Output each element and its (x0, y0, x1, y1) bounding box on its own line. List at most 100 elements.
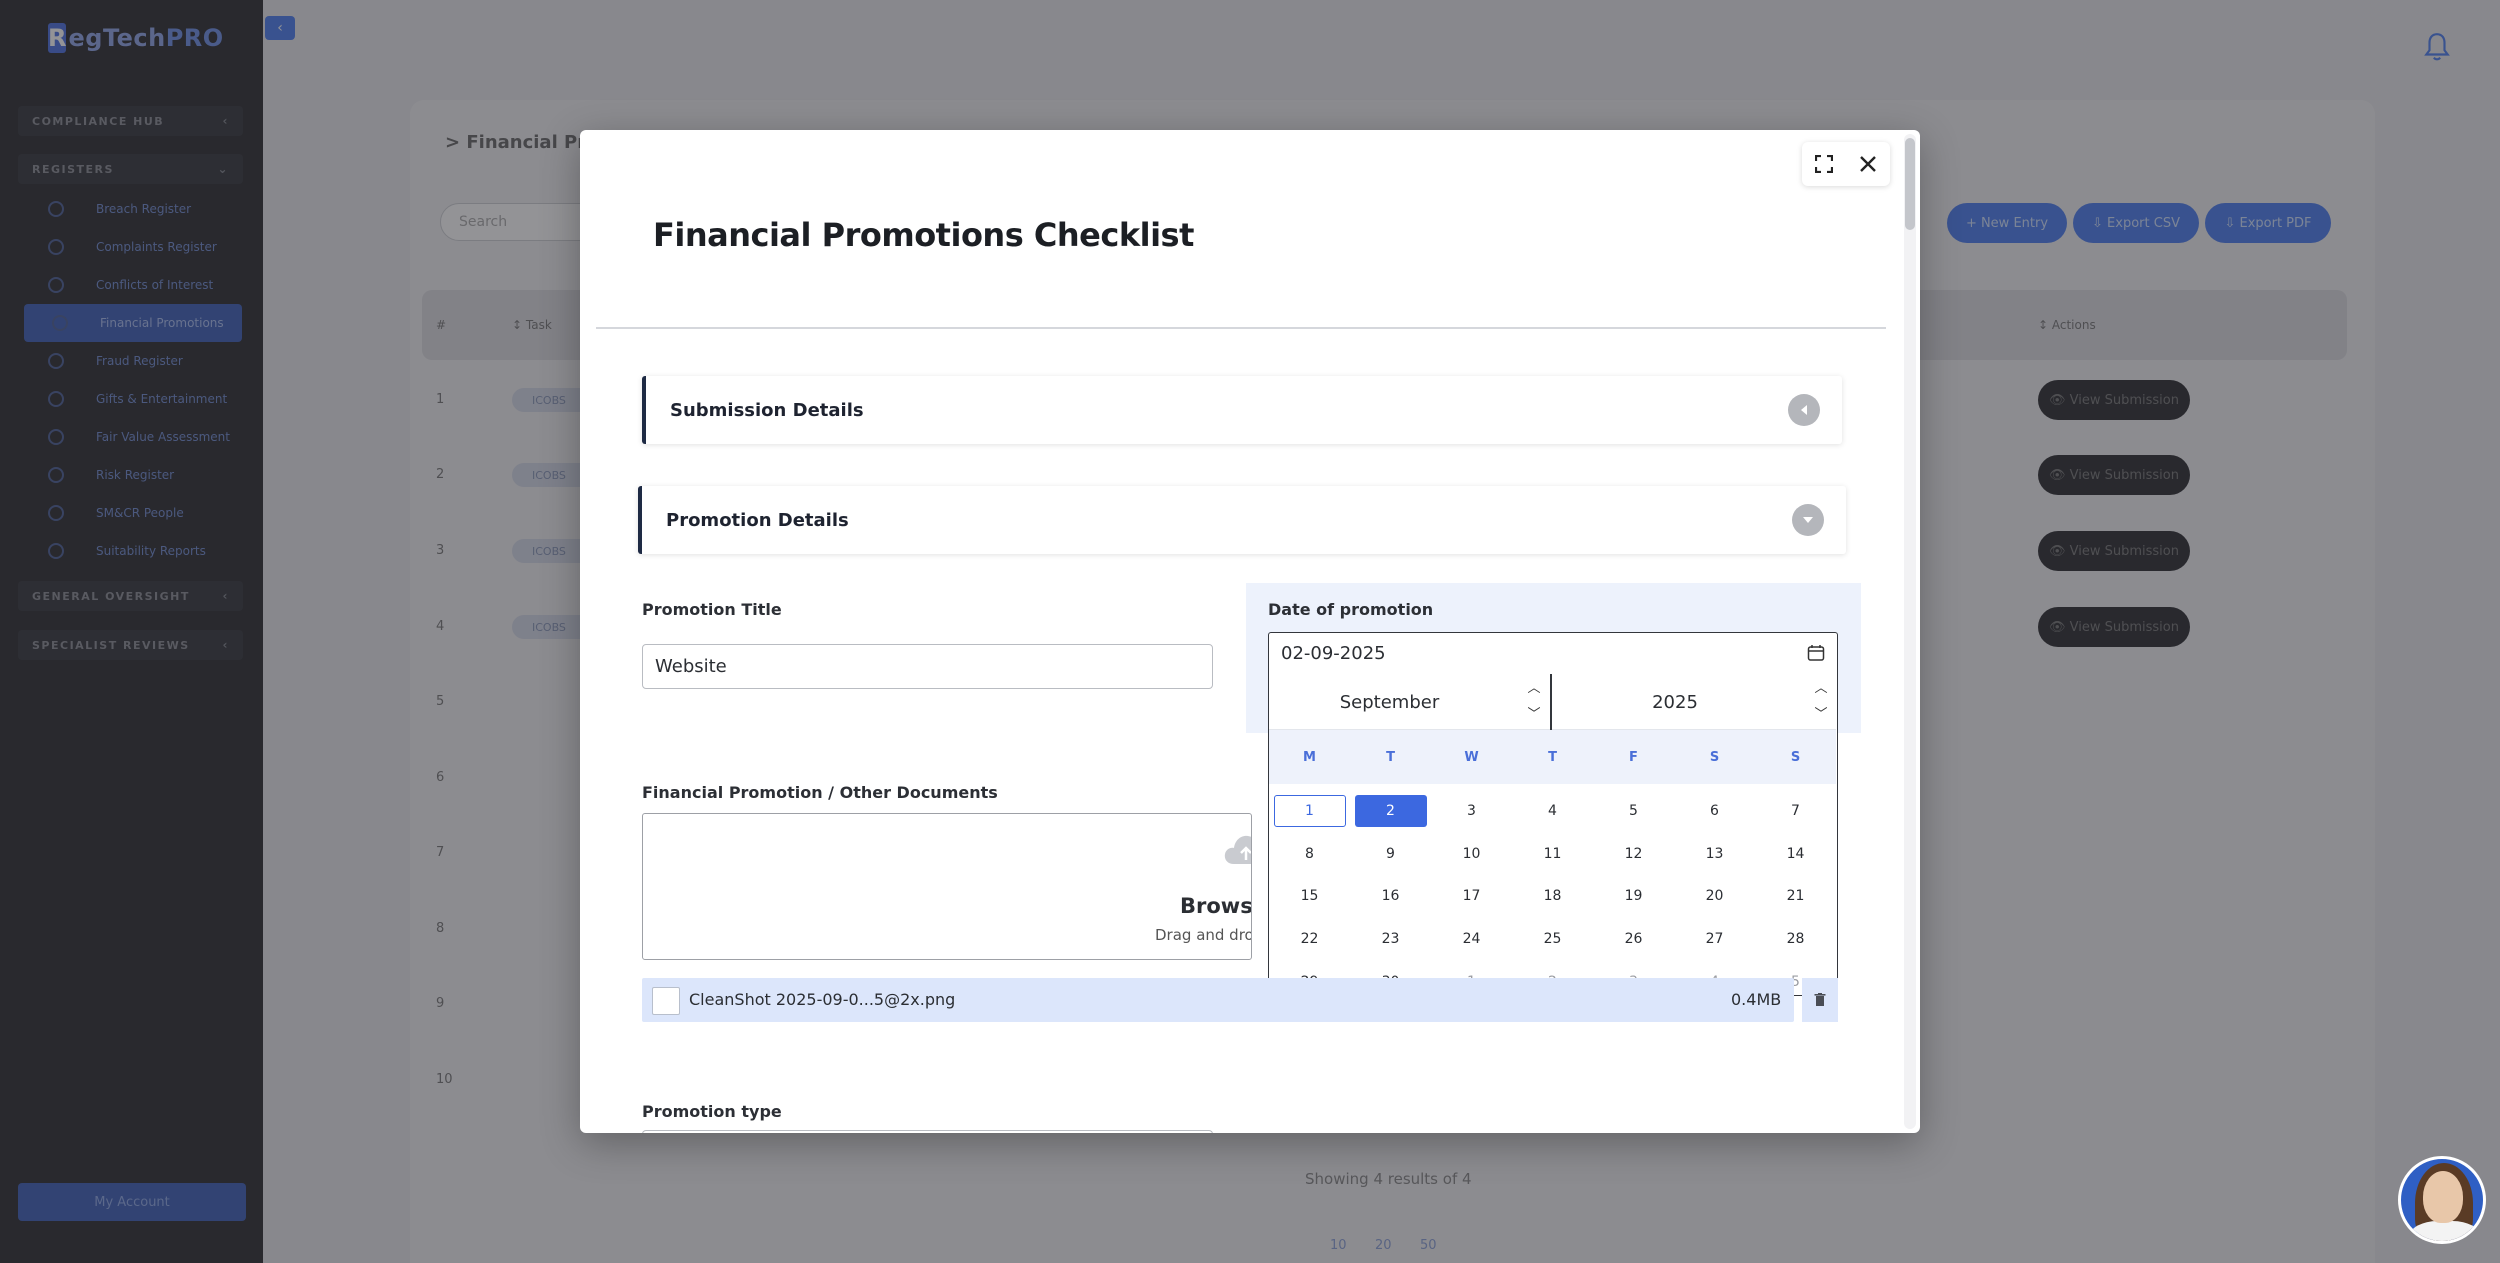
calendar-day-number: 6 (1710, 803, 1719, 820)
date-input[interactable]: 02-09-2025 (1268, 632, 1838, 674)
calendar-day[interactable]: 24 (1431, 918, 1512, 961)
date-of-promotion-label: Date of promotion (1268, 600, 1434, 619)
calendar-day[interactable]: 9 (1350, 833, 1431, 876)
calendar-day[interactable]: 17 (1431, 875, 1512, 918)
fullscreen-button[interactable] (1807, 147, 1841, 181)
calendar-day[interactable]: 11 (1512, 833, 1593, 876)
weekday-label: S (1709, 749, 1720, 765)
weekday-label: T (1386, 749, 1395, 765)
divider (596, 327, 1886, 329)
calendar-day-number: 14 (1786, 845, 1805, 862)
promotion-type-select[interactable] (642, 1130, 1213, 1133)
calendar-day[interactable]: 26 (1593, 918, 1674, 961)
delete-file-button[interactable] (1802, 978, 1838, 1022)
calendar-day[interactable]: 4 (1512, 790, 1593, 833)
drag-drop-hint: Drag and drop f (1155, 926, 1251, 944)
calendar-day[interactable]: 28 (1755, 918, 1836, 961)
calendar-day-number: 26 (1624, 931, 1643, 948)
calendar-day[interactable]: 1 (1269, 790, 1350, 833)
calendar-day-number: 23 (1381, 931, 1400, 948)
calendar-day[interactable]: 27 (1674, 918, 1755, 961)
weekday-label: S (1790, 749, 1801, 765)
weekday-label: F (1629, 749, 1638, 765)
calendar-day[interactable]: 20 (1674, 875, 1755, 918)
year-select[interactable]: 2025 (1554, 674, 1836, 730)
file-size: 0.4MB (1731, 990, 1782, 1009)
support-avatar[interactable] (2398, 1156, 2486, 1244)
calendar-day-number: 12 (1624, 845, 1643, 862)
calendar-day-number: 5 (1629, 803, 1638, 820)
modal-title: Financial Promotions Checklist (653, 216, 1194, 254)
calendar-day[interactable]: 5 (1593, 790, 1674, 833)
weekday-row: MTWTFSS (1269, 730, 1836, 784)
close-button[interactable] (1851, 147, 1885, 181)
section-submission-details[interactable]: Submission Details (642, 376, 1842, 444)
modal-scrollbar[interactable] (1904, 134, 1916, 1129)
caret-down-icon (1803, 517, 1813, 523)
calendar-day-number: 7 (1791, 803, 1800, 820)
calendar-day-number: 27 (1705, 931, 1724, 948)
calendar-day-number: 3 (1467, 803, 1476, 820)
uploaded-file-row: CleanShot 2025-09-0...5@2x.png 0.4MB (642, 978, 1794, 1022)
year-label: 2025 (1652, 691, 1698, 713)
section-promotion-details[interactable]: Promotion Details (638, 486, 1846, 554)
calendar-day-number: 20 (1705, 888, 1724, 905)
modal-toolbar (1802, 142, 1890, 186)
section-toggle[interactable] (1792, 504, 1824, 536)
day-grid: 1 2 3 4 5 6 7 8 9 10 11 12 13 14 15 16 17 18 19 20 21 22 23 24 2… (1269, 790, 1836, 1003)
date-value: 02-09-2025 (1281, 643, 1386, 664)
section-label: Promotion Details (666, 509, 849, 531)
calendar-day[interactable]: 7 (1755, 790, 1836, 833)
calendar-day[interactable]: 6 (1674, 790, 1755, 833)
weekday-label: W (1464, 749, 1479, 765)
chevron-down-icon[interactable]: ﹀ (1814, 704, 1827, 726)
calendar-day[interactable]: 12 (1593, 833, 1674, 876)
calendar-icon[interactable] (1807, 644, 1825, 662)
weekday-label: M (1303, 749, 1316, 765)
file-thumbnail (652, 987, 680, 1015)
calendar-day[interactable]: 3 (1431, 790, 1512, 833)
chevron-up-icon[interactable]: ︿ (1527, 678, 1540, 700)
calendar-day[interactable]: 22 (1269, 918, 1350, 961)
calendar-day[interactable]: 23 (1350, 918, 1431, 961)
calendar-day-number: 9 (1386, 845, 1395, 862)
calendar-day-number: 28 (1786, 931, 1805, 948)
calendar-day[interactable]: 21 (1755, 875, 1836, 918)
calendar-day[interactable]: 25 (1512, 918, 1593, 961)
section-label: Submission Details (670, 399, 864, 421)
calendar-day-number: 11 (1543, 845, 1562, 862)
cloud-upload-icon (1224, 835, 1251, 864)
documents-label: Financial Promotion / Other Documents (642, 783, 998, 802)
month-label: September (1339, 691, 1440, 713)
scrollbar-thumb[interactable] (1905, 138, 1915, 230)
trash-icon (1814, 993, 1826, 1006)
calendar-day[interactable]: 10 (1431, 833, 1512, 876)
chevron-up-icon[interactable]: ︿ (1814, 678, 1827, 700)
calendar-day[interactable]: 8 (1269, 833, 1350, 876)
calendar-day[interactable]: 19 (1593, 875, 1674, 918)
calendar-day-number: 25 (1543, 931, 1562, 948)
calendar-day[interactable]: 18 (1512, 875, 1593, 918)
chevron-down-icon[interactable]: ﹀ (1527, 704, 1540, 726)
section-toggle[interactable] (1788, 394, 1820, 426)
weekday-label: T (1548, 749, 1557, 765)
calendar-day[interactable]: 13 (1674, 833, 1755, 876)
calendar-day-number: 17 (1462, 888, 1481, 905)
calendar-day-number: 8 (1305, 845, 1314, 862)
avatar-face (2423, 1171, 2463, 1223)
promotion-type-label: Promotion type (642, 1102, 782, 1121)
promotion-title-input[interactable]: Website (642, 644, 1213, 689)
calendar-day[interactable]: 2 (1350, 790, 1431, 833)
calendar-day-number: 24 (1462, 931, 1481, 948)
close-icon (1860, 156, 1876, 172)
calendar-day[interactable]: 16 (1350, 875, 1431, 918)
file-name: CleanShot 2025-09-0...5@2x.png (689, 990, 956, 1009)
promotion-title-label: Promotion Title (642, 600, 782, 619)
calendar-day[interactable]: 14 (1755, 833, 1836, 876)
calendar-day-number: 19 (1624, 888, 1643, 905)
file-dropzone[interactable]: Browse F Drag and drop f (642, 813, 1252, 960)
browse-files-text[interactable]: Browse F (1180, 894, 1251, 918)
calendar-day[interactable]: 15 (1269, 875, 1350, 918)
month-select[interactable]: September (1269, 674, 1552, 730)
calendar-day-number: 16 (1381, 888, 1400, 905)
